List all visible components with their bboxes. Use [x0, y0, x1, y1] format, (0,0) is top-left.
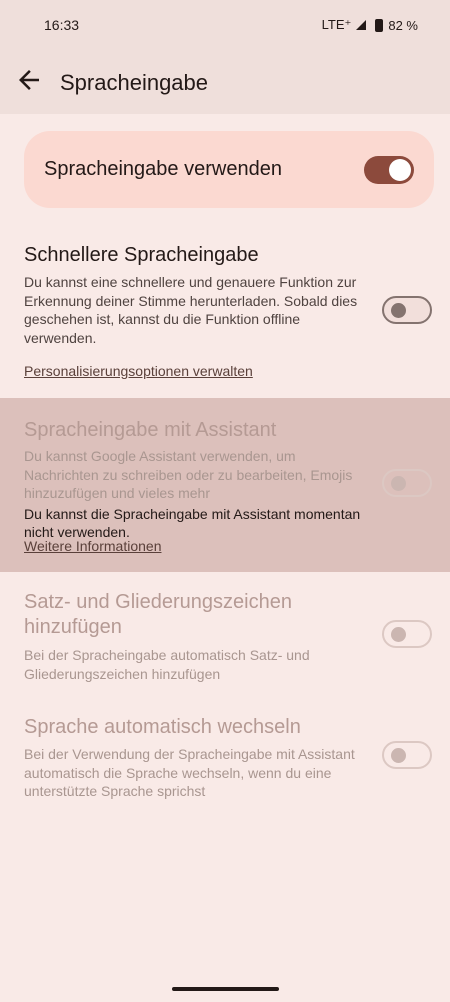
assistant-title: Spracheingabe mit Assistant: [24, 419, 277, 441]
back-arrow-icon[interactable]: [14, 65, 44, 95]
battery-icon: [375, 18, 384, 32]
assistant-section: Spracheingabe mit Assistant Du kannst Go…: [0, 398, 450, 572]
switch-knob: [391, 476, 406, 491]
signal-icon: [356, 20, 367, 30]
personalization-link[interactable]: Personalisierungsoptionen verwalten: [24, 363, 253, 379]
main-toggle-label: Spracheingabe verwenden: [44, 158, 282, 180]
main-toggle-switch[interactable]: [364, 156, 414, 184]
switch-knob: [391, 627, 406, 642]
more-info-link[interactable]: Weitere Informationen: [24, 538, 161, 554]
assistant-switch[interactable]: [382, 469, 432, 497]
network-type: LTE⁺: [321, 17, 352, 32]
auto-language-description: Bei der Verwendung der Spracheingabe mit…: [24, 746, 355, 799]
assistant-notice: Du kannst die Spracheingabe mit Assistan…: [24, 505, 361, 541]
switch-knob: [391, 303, 406, 318]
page-title: Spracheingabe: [60, 70, 209, 95]
faster-input-section[interactable]: Schnellere Spracheingabe Du kannst eine …: [24, 243, 364, 347]
punctuation-section[interactable]: Satz- und Gliederungszeichen hinzufügen …: [24, 590, 364, 683]
switch-knob: [389, 159, 411, 181]
assistant-description: Du kannst Google Assistant verwenden, um…: [24, 448, 353, 501]
status-bar: 16:33 LTE⁺ 82 %: [0, 0, 450, 50]
punctuation-description: Bei der Spracheingabe automatisch Satz- …: [24, 647, 310, 682]
battery-level: 82 %: [388, 17, 418, 33]
faster-input-description: Du kannst eine schnellere und genauere F…: [24, 274, 358, 346]
gesture-nav-handle[interactable]: [172, 987, 279, 991]
auto-language-switch[interactable]: [382, 741, 432, 769]
status-time: 16:33: [44, 17, 80, 33]
assistant-text: Spracheingabe mit Assistant Du kannst Go…: [24, 418, 364, 542]
punctuation-switch[interactable]: [382, 620, 432, 648]
punctuation-title: Satz- und Gliederungszeichen hinzufügen: [24, 591, 292, 638]
app-bar: Spracheingabe: [0, 50, 450, 114]
faster-input-switch[interactable]: [382, 296, 432, 324]
main-toggle-card[interactable]: Spracheingabe verwenden: [24, 131, 434, 208]
faster-input-title: Schnellere Spracheingabe: [24, 244, 259, 266]
switch-knob: [391, 748, 406, 763]
auto-language-title: Sprache automatisch wechseln: [24, 716, 301, 738]
status-icons: LTE⁺ 82 %: [322, 17, 418, 33]
auto-language-section[interactable]: Sprache automatisch wechseln Bei der Ver…: [24, 715, 364, 801]
